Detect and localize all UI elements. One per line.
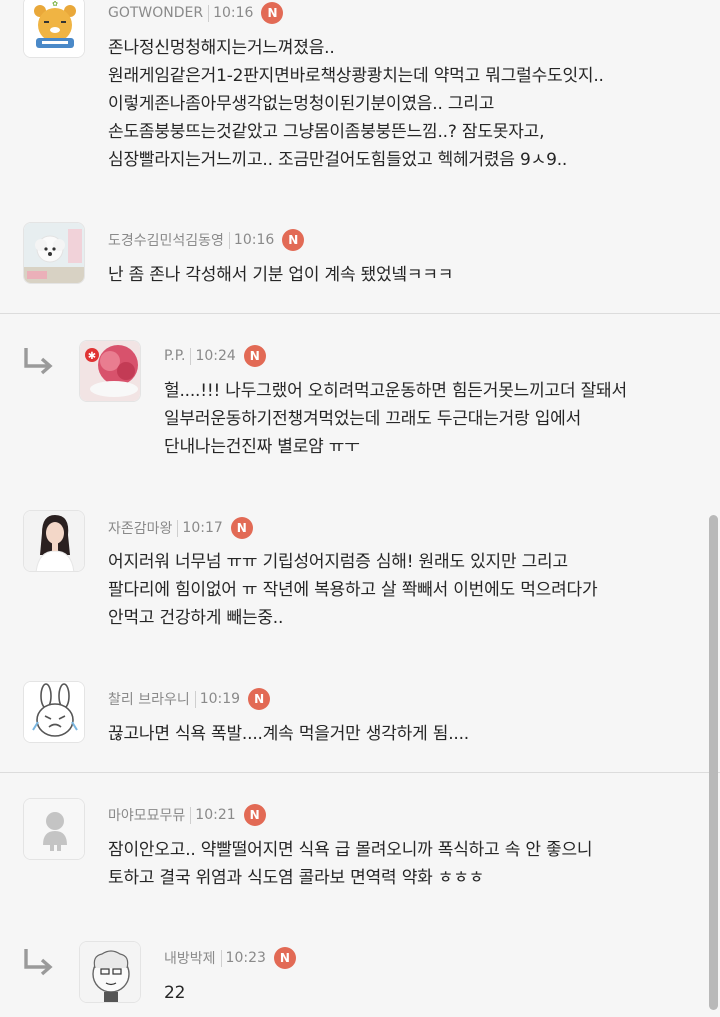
avatar[interactable]: ✿ (23, 0, 85, 58)
avatar[interactable] (23, 510, 85, 572)
new-badge: N (243, 804, 266, 826)
comment-line: 난 좀 존나 각성해서 기분 업이 계속 됐었넼ㅋㅋㅋ (108, 265, 454, 285)
ryan-character-avatar: ✿ (24, 0, 84, 57)
author-nickname[interactable]: 찰리 브라우니 (108, 689, 190, 709)
timestamp: 10:23 (225, 950, 266, 966)
divider (0, 772, 720, 773)
timestamp: 10:17 (182, 520, 223, 536)
divider (194, 690, 196, 708)
new-badge: N (243, 345, 266, 367)
author-nickname[interactable]: 마야모묘무뮤 (108, 805, 185, 825)
timestamp: 10:16 (213, 5, 254, 21)
shaved-ice-avatar: ✱ (80, 341, 140, 401)
comment-line: 잠이안오고.. 약빨떨어지면 식욕 급 몰려오니까 폭식하고 속 안 좋으니 (108, 840, 593, 860)
crying-rabbit-avatar (24, 682, 84, 742)
comment-line: 단내나는건진짜 별로얌 ㅠㅜ (164, 437, 360, 457)
comment-line: 손도좀붕붕뜨는것같았고 그냥몸이좀붕붕뜬느낌..? 잠도못자고, (108, 122, 545, 142)
new-badge: N (248, 688, 271, 710)
timestamp: 10:16 (233, 232, 275, 248)
comment-body: 22 (164, 979, 185, 1007)
default-profile-avatar (24, 799, 84, 859)
new-badge: N (273, 947, 296, 969)
sketch-character-avatar (80, 942, 140, 1002)
comment-line: 토하고 결국 위염과 식도염 콜라보 면역력 약화 ㅎㅎㅎ (108, 868, 485, 888)
timestamp: 10:19 (199, 691, 241, 707)
comment-line: 헐....!!! 나두그랬어 오히려먹고운동하면 힘든거못느끼고더 잘돼서 (164, 381, 627, 401)
author-nickname[interactable]: 내방박제 (164, 948, 216, 968)
author-nickname[interactable]: GOTWONDER (108, 5, 203, 21)
reply-arrow-icon (24, 348, 53, 375)
comment-line: 어지러워 너무넘 ㅠㅠ 기립성어지럼증 심해! 원래도 있지만 그리고 (108, 552, 568, 572)
avatar[interactable]: ✱ (79, 340, 141, 402)
comment-line: 존나정신멍청해지는거느껴졌음.. (108, 38, 335, 58)
svg-text:✱: ✱ (88, 351, 96, 362)
divider (0, 313, 720, 314)
author-nickname[interactable]: 자존감마왕 (108, 518, 172, 538)
new-badge: N (230, 517, 253, 539)
author-nickname[interactable]: P.P. (164, 348, 185, 364)
comment-body: 끊고나면 식욕 폭발....계속 먹을거만 생각하게 됨.... (108, 720, 469, 748)
comment-body: 존나정신멍청해지는거느껴졌음.. 원래게임같은거1-2판지면바로책상쾅쾅치는데 … (108, 34, 604, 174)
svg-text:✿: ✿ (52, 0, 58, 8)
divider (220, 949, 222, 967)
comment-line: 22 (164, 983, 186, 1003)
comment-line: 원래게임같은거1-2판지면바로책상쾅쾅치는데 약먹고 뭐그럴수도잇지.. (108, 66, 604, 86)
comment-body: 헐....!!! 나두그랬어 오히려먹고운동하면 힘든거못느끼고더 잘돼서 일부… (164, 377, 627, 461)
vertical-scrollbar[interactable] (709, 515, 718, 1010)
reply-arrow-icon (24, 949, 53, 976)
divider (177, 519, 179, 537)
new-badge: N (261, 2, 284, 24)
comment-line: 이렇게존나좀아무생각없는멍청이된기분이였음.. 그리고 (108, 94, 495, 114)
comment-body: 어지러워 너무넘 ㅠㅠ 기립성어지럼증 심해! 원래도 있지만 그리고 팔다리에… (108, 548, 598, 632)
avatar[interactable] (23, 222, 85, 284)
avatar[interactable] (23, 681, 85, 743)
woman-photo-avatar (24, 511, 84, 571)
author-nickname[interactable]: 도경수김민석김동영 (108, 230, 224, 250)
timestamp: 10:24 (195, 348, 236, 364)
new-badge: N (282, 229, 305, 251)
comment-body: 잠이안오고.. 약빨떨어지면 식욕 급 몰려오니까 폭식하고 속 안 좋으니 토… (108, 836, 593, 892)
avatar[interactable] (23, 798, 85, 860)
divider (208, 4, 210, 22)
comment-line: 일부러운동하기전챙겨먹었는데 끄래도 두근대는거랑 입에서 (164, 409, 582, 429)
avatar[interactable] (79, 941, 141, 1003)
divider (228, 231, 230, 249)
comment-line: 안먹고 건강하게 빼는중.. (108, 608, 284, 628)
comment-line: 팔다리에 힘이없어 ㅠ 작년에 복용하고 살 쫙빼서 이번에도 먹으려다가 (108, 580, 598, 600)
timestamp: 10:21 (195, 807, 236, 823)
comment-body: 난 좀 존나 각성해서 기분 업이 계속 됐었넼ㅋㅋㅋ (108, 261, 453, 289)
divider (190, 806, 192, 824)
divider (190, 347, 192, 365)
white-dog-avatar (24, 223, 84, 283)
comment-line: 끊고나면 식욕 폭발....계속 먹을거만 생각하게 됨.... (108, 724, 470, 744)
comment-line: 심장빨라지는거느끼고.. 조금만걸어도힘들었고 헥헤거렸음 9ㅅ9.. (108, 150, 568, 170)
